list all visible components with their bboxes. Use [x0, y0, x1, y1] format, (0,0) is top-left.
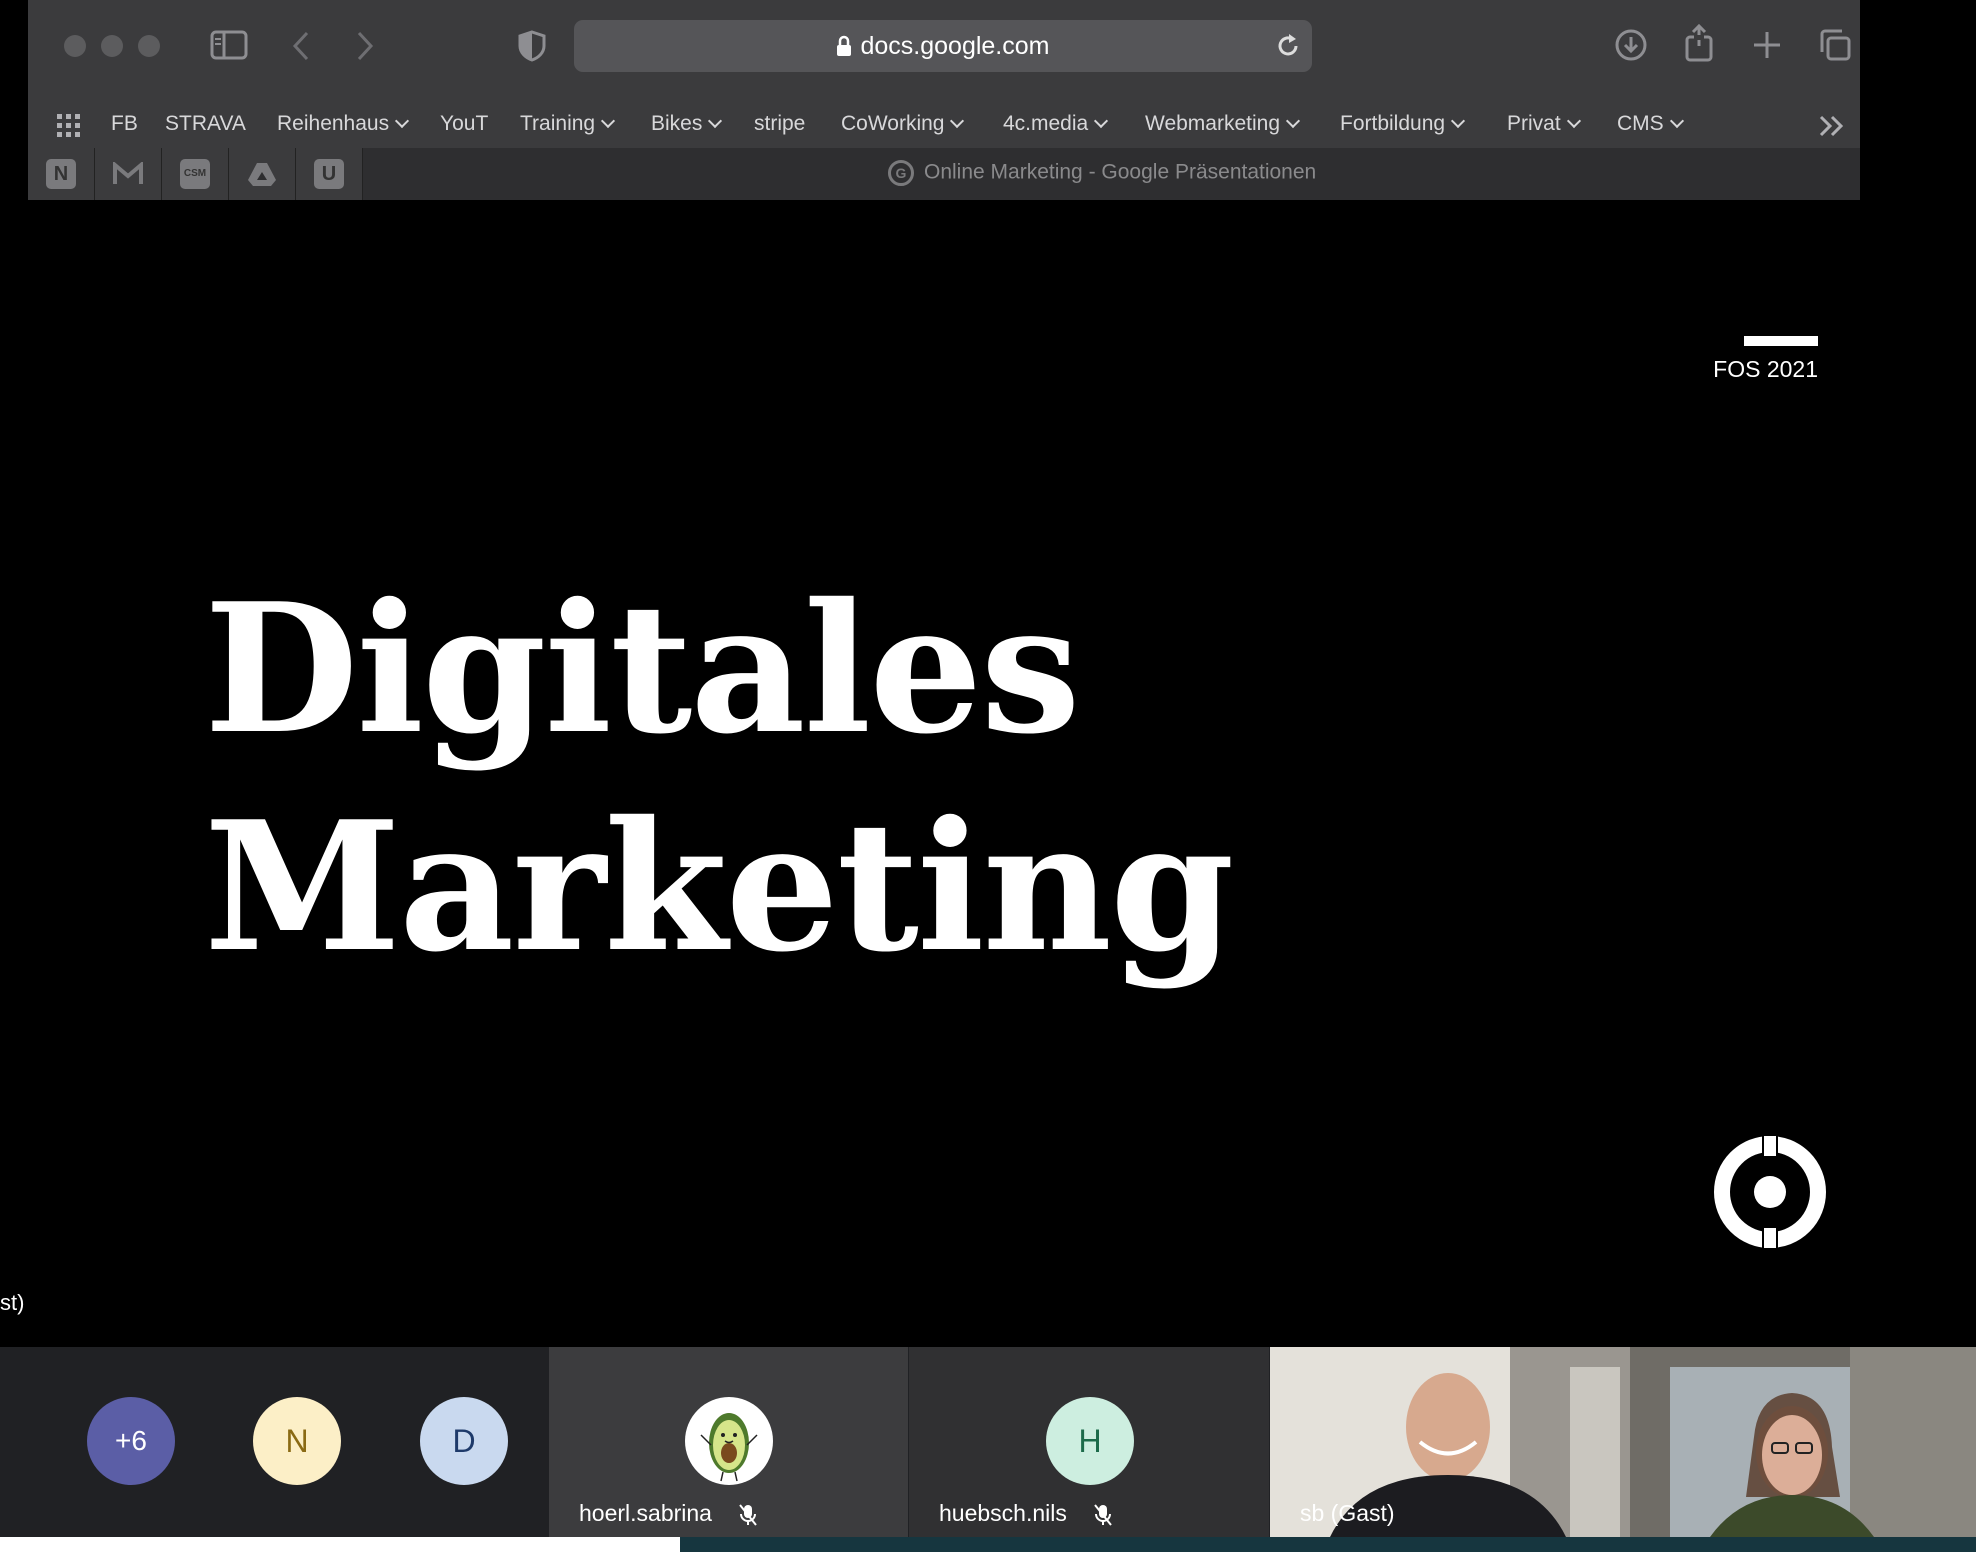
pinned-tab-notion[interactable]: N	[28, 148, 95, 200]
google-favicon: G	[888, 160, 914, 186]
close-window-button[interactable]	[64, 35, 86, 57]
chevron-down-icon	[1566, 113, 1581, 129]
mic-off-icon	[739, 1504, 758, 1526]
chevron-down-icon	[601, 113, 616, 129]
avocado-avatar	[685, 1397, 773, 1485]
avatar[interactable]: D	[420, 1397, 508, 1485]
bookmark-fortbildung[interactable]: Fortbildung	[1340, 112, 1466, 136]
sidebar-icon[interactable]	[210, 30, 248, 60]
url-text: docs.google.com	[574, 32, 1312, 61]
bookmark-reihenhaus[interactable]: Reihenhaus	[277, 112, 410, 136]
bookmark-bikes[interactable]: Bikes	[651, 112, 723, 136]
chevron-down-icon	[395, 113, 410, 129]
participant-name: huebsch.nils	[939, 1500, 1113, 1527]
u-app-icon: U	[314, 159, 344, 189]
gmail-icon	[113, 162, 143, 184]
pinned-tab-csm[interactable]: CSM	[162, 148, 229, 200]
chevron-down-icon	[950, 113, 965, 129]
new-tab-icon[interactable]	[1752, 30, 1782, 60]
avatar[interactable]: N	[253, 1397, 341, 1485]
reload-icon[interactable]	[1274, 32, 1302, 60]
avocado-icon	[700, 1413, 758, 1482]
bookmark-4c-media[interactable]: 4c.media	[1003, 112, 1109, 136]
pinned-tab-u[interactable]: U	[296, 148, 363, 200]
notion-icon: N	[46, 159, 76, 189]
bookmark-webmarketing[interactable]: Webmarketing	[1145, 112, 1301, 136]
presentation-slide: FOS 2021 Digitales Marketing	[28, 200, 1860, 1340]
browser-toolbar: docs.google.com FB STRAVA Reihenhaus You…	[28, 0, 1860, 200]
chevron-down-icon	[708, 113, 723, 129]
participant-tile[interactable]: H huebsch.nils	[909, 1347, 1269, 1537]
participant-name: hoerl.sabrina	[579, 1500, 758, 1527]
bookmark-privat[interactable]: Privat	[1507, 112, 1581, 136]
bookmark-coworking[interactable]: CoWorking	[841, 112, 965, 136]
mic-off-icon	[1094, 1504, 1113, 1526]
slide-title-line-2: Marketing	[204, 782, 1234, 991]
active-tab-title: Online Marketing - Google Präsentationen	[924, 160, 1317, 184]
bookmark-stripe[interactable]: stripe	[754, 112, 805, 136]
url-label: docs.google.com	[860, 32, 1050, 60]
bookmark-cms[interactable]: CMS	[1617, 112, 1684, 136]
slide-accent-bar	[1744, 336, 1818, 346]
bottom-bar-dark	[680, 1537, 1976, 1552]
address-bar[interactable]: docs.google.com	[574, 20, 1312, 72]
participant-name: sb (Gast)	[1300, 1500, 1395, 1526]
avatar: H	[1046, 1397, 1134, 1485]
participants-strip: +6 N D hoerl.sabrina H huebsch.nils sb (…	[0, 1347, 1976, 1537]
chevron-down-icon	[1669, 113, 1684, 129]
bookmark-fb[interactable]: FB	[111, 112, 138, 136]
slide-title-line-1: Digitales	[204, 564, 1081, 773]
bookmarks-bar: FB STRAVA Reihenhaus YouT Training Bikes…	[28, 100, 1860, 150]
chevron-down-icon	[1094, 113, 1109, 129]
csm-icon: CSM	[180, 159, 210, 189]
minimize-window-button[interactable]	[101, 35, 123, 57]
shield-icon[interactable]	[518, 30, 546, 62]
pinned-tab-gmail[interactable]	[95, 148, 162, 200]
active-tab[interactable]: G Online Marketing - Google Präsentatione…	[888, 160, 1316, 186]
forward-icon[interactable]	[354, 30, 376, 62]
overflow-chevrons-icon[interactable]	[1818, 114, 1846, 138]
participant-name-fragment: st)	[0, 1290, 25, 1315]
participant-tile[interactable]: hoerl.sabrina	[549, 1347, 908, 1537]
back-icon[interactable]	[290, 30, 312, 62]
tab-overview-icon[interactable]	[1818, 28, 1852, 62]
overflow-participants-button[interactable]: +6	[87, 1397, 175, 1485]
zoom-window-button[interactable]	[138, 35, 160, 57]
download-icon[interactable]	[1614, 28, 1648, 62]
tab-bar: N CSM U G Online Marketing - Google Präse…	[28, 148, 1860, 200]
apps-grid-icon[interactable]	[56, 113, 82, 139]
chevron-down-icon	[1450, 113, 1466, 129]
participant-video-tile[interactable]: sb (Gast)	[1270, 1347, 1976, 1537]
drive-icon	[248, 163, 276, 186]
slide-tag: FOS 2021	[1713, 356, 1818, 382]
chevron-down-icon	[1285, 113, 1301, 129]
brand-logo-icon	[1714, 1134, 1826, 1250]
bookmark-yout[interactable]: YouT	[440, 112, 488, 136]
share-icon[interactable]	[1684, 24, 1714, 62]
bookmark-strava[interactable]: STRAVA	[165, 112, 246, 136]
browser-window: docs.google.com FB STRAVA Reihenhaus You…	[28, 0, 1860, 1340]
bookmark-training[interactable]: Training	[520, 112, 616, 136]
lock-icon	[837, 35, 852, 56]
pinned-tab-drive[interactable]	[229, 148, 296, 200]
